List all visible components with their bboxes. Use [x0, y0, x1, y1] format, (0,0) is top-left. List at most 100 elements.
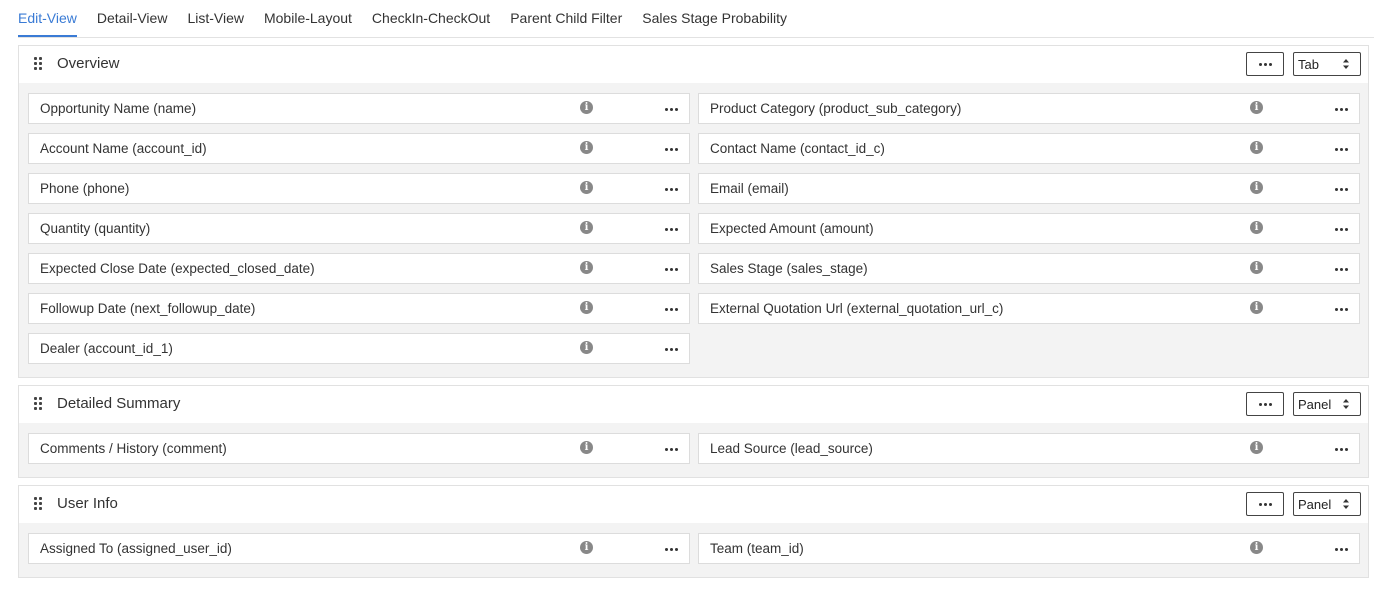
field-label: Quantity (quantity) [40, 221, 151, 236]
more-icon [1258, 62, 1272, 66]
layout-field[interactable]: Phone (phone) i [28, 173, 690, 204]
tab-edit-view[interactable]: Edit-View [18, 0, 77, 37]
layout-field[interactable]: Opportunity Name (name) i [28, 93, 690, 124]
more-icon[interactable] [665, 308, 678, 311]
info-icon[interactable]: i [580, 181, 593, 194]
layout-field[interactable]: Account Name (account_id) i [28, 133, 690, 164]
layout-field[interactable]: Expected Amount (amount) i [698, 213, 1360, 244]
info-icon[interactable]: i [580, 141, 593, 154]
info-icon[interactable]: i [1250, 141, 1263, 154]
more-icon[interactable] [665, 448, 678, 451]
info-icon[interactable]: i [580, 301, 593, 314]
more-icon[interactable] [1335, 308, 1348, 311]
tab-mobile-layout[interactable]: Mobile-Layout [264, 0, 352, 26]
layout-field[interactable]: Sales Stage (sales_stage) i [698, 253, 1360, 284]
panel-more-button[interactable] [1246, 392, 1284, 416]
more-icon[interactable] [665, 348, 678, 351]
more-icon[interactable] [665, 188, 678, 191]
panel-type-value: Panel [1298, 497, 1332, 512]
drag-handle-icon[interactable] [34, 397, 44, 411]
tab-checkin-checkout[interactable]: CheckIn-CheckOut [372, 0, 490, 26]
more-icon[interactable] [1335, 148, 1348, 151]
field-label: Followup Date (next_followup_date) [40, 301, 256, 316]
more-icon[interactable] [1335, 548, 1348, 551]
info-icon[interactable]: i [1250, 181, 1263, 194]
panel-title: Detailed Summary [57, 395, 181, 412]
panel-type-select[interactable]: Tab [1293, 52, 1361, 76]
info-icon[interactable]: i [1250, 301, 1263, 314]
info-icon[interactable]: i [1250, 221, 1263, 234]
field-label: Account Name (account_id) [40, 141, 207, 156]
tab-parent-child-filter[interactable]: Parent Child Filter [510, 0, 622, 26]
info-icon[interactable]: i [580, 441, 593, 454]
panel-header: Detailed Summary Panel [19, 386, 1368, 423]
info-icon[interactable]: i [580, 541, 593, 554]
tab-sales-stage-probability[interactable]: Sales Stage Probability [642, 0, 787, 26]
field-label: Expected Close Date (expected_closed_dat… [40, 261, 315, 276]
field-label: Contact Name (contact_id_c) [710, 141, 885, 156]
info-icon[interactable]: i [580, 101, 593, 114]
layout-field[interactable]: Team (team_id) i [698, 533, 1360, 564]
layout-field[interactable]: External Quotation Url (external_quotati… [698, 293, 1360, 324]
field-label: Email (email) [710, 181, 789, 196]
info-icon[interactable]: i [1250, 101, 1263, 114]
layout-field[interactable]: Email (email) i [698, 173, 1360, 204]
more-icon [1258, 402, 1272, 406]
field-label: External Quotation Url (external_quotati… [710, 301, 1004, 316]
field-label: Phone (phone) [40, 181, 130, 196]
more-icon[interactable] [665, 228, 678, 231]
sort-caret-icon [1343, 59, 1349, 69]
layout-field[interactable]: Contact Name (contact_id_c) i [698, 133, 1360, 164]
panel-header: User Info Panel [19, 486, 1368, 523]
sort-caret-icon [1343, 399, 1349, 409]
more-icon[interactable] [1335, 188, 1348, 191]
panel-title: User Info [57, 495, 118, 512]
field-label: Dealer (account_id_1) [40, 341, 173, 356]
layout-field[interactable]: Product Category (product_sub_category) i [698, 93, 1360, 124]
panel-type-select[interactable]: Panel [1293, 392, 1361, 416]
sort-caret-icon [1343, 499, 1349, 509]
more-icon[interactable] [1335, 448, 1348, 451]
field-label: Opportunity Name (name) [40, 101, 197, 116]
info-icon[interactable]: i [580, 261, 593, 274]
field-label: Sales Stage (sales_stage) [710, 261, 868, 276]
more-icon[interactable] [1335, 268, 1348, 271]
panel-type-value: Panel [1298, 397, 1332, 412]
tab-detail-view[interactable]: Detail-View [97, 0, 168, 26]
field-label: Expected Amount (amount) [710, 221, 874, 236]
more-icon[interactable] [665, 268, 678, 271]
more-icon[interactable] [665, 548, 678, 551]
panel-header: Overview Tab [19, 46, 1368, 83]
layout-tabs: Edit-View Detail-View List-View Mobile-Layo… [18, 0, 1374, 38]
panel-more-button[interactable] [1246, 492, 1284, 516]
field-label: Comments / History (comment) [40, 441, 227, 456]
drag-handle-icon[interactable] [34, 57, 44, 71]
layout-field[interactable]: Comments / History (comment) i [28, 433, 690, 464]
info-icon[interactable]: i [1250, 541, 1263, 554]
more-icon[interactable] [665, 108, 678, 111]
layout-field[interactable]: Dealer (account_id_1) i [28, 333, 690, 364]
tab-list-view[interactable]: List-View [187, 0, 244, 26]
more-icon[interactable] [665, 148, 678, 151]
info-icon[interactable]: i [1250, 441, 1263, 454]
info-icon[interactable]: i [580, 221, 593, 234]
panel-detailed-summary: Detailed Summary Panel Comments / History … [18, 385, 1369, 478]
more-icon[interactable] [1335, 228, 1348, 231]
panel-type-value: Tab [1298, 57, 1319, 72]
layout-field[interactable]: Expected Close Date (expected_closed_dat… [28, 253, 690, 284]
info-icon[interactable]: i [1250, 261, 1263, 274]
drag-handle-icon[interactable] [34, 497, 44, 511]
panel-type-select[interactable]: Panel [1293, 492, 1361, 516]
layout-field[interactable]: Quantity (quantity) i [28, 213, 690, 244]
layout-field[interactable]: Assigned To (assigned_user_id) i [28, 533, 690, 564]
field-label: Product Category (product_sub_category) [710, 101, 962, 116]
panel-user-info: User Info Panel Assigned To (assigned_user… [18, 485, 1369, 578]
layout-field[interactable]: Followup Date (next_followup_date) i [28, 293, 690, 324]
more-icon[interactable] [1335, 108, 1348, 111]
field-label: Assigned To (assigned_user_id) [40, 541, 232, 556]
panel-overview: Overview Tab Opportunity Name (name) i Produ… [18, 45, 1369, 378]
field-label: Team (team_id) [710, 541, 804, 556]
panel-more-button[interactable] [1246, 52, 1284, 76]
info-icon[interactable]: i [580, 341, 593, 354]
layout-field[interactable]: Lead Source (lead_source) i [698, 433, 1360, 464]
